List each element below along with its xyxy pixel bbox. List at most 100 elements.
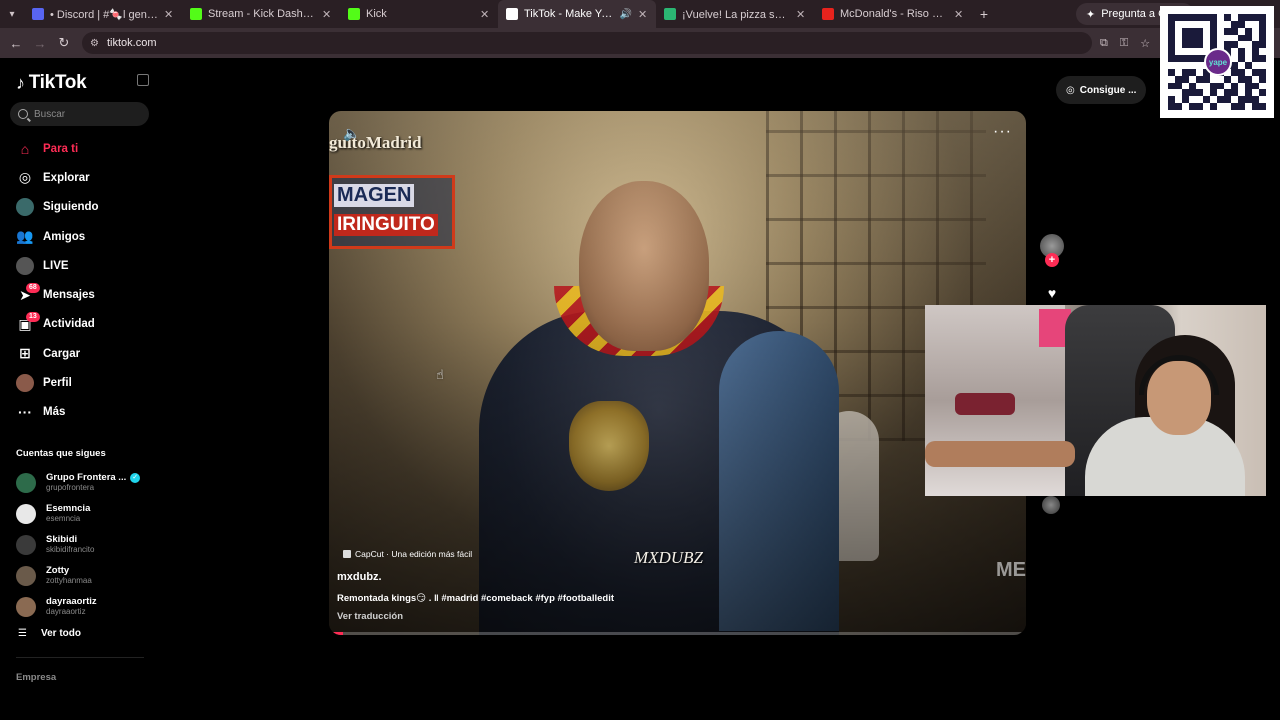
qr-module (1168, 75, 1175, 83)
browser-tab[interactable]: Stream - Kick Dashboard ✕ (182, 0, 340, 28)
account-name: dayraaortiz (46, 595, 97, 607)
nav-label: Actividad (43, 318, 95, 331)
video-player[interactable]: guitoMadrid MAGEN IRINGUITO 🔈 ··· ☝ MXDU… (329, 111, 1026, 635)
browser-tab[interactable]: • Discord | #🍬l general | Clou ✕ (24, 0, 182, 28)
following-account[interactable]: Skibidi skibidifrancito (0, 530, 160, 561)
video-username[interactable]: mxdubz. (337, 571, 382, 583)
bookmark-star-icon[interactable]: ☆ (1140, 37, 1150, 50)
capcut-tag[interactable]: CapCut · Una edición más fácil (343, 549, 472, 559)
forward-icon[interactable]: → (28, 28, 52, 58)
qr-module (1224, 75, 1231, 83)
nav-item-cargar[interactable]: ⊞ Cargar (0, 339, 160, 368)
search-box[interactable] (10, 102, 149, 126)
capcut-icon (343, 550, 351, 558)
see-all-button[interactable]: ☰ Ver todo (18, 628, 81, 639)
nav-item-para-ti[interactable]: ⌂ Para ti (0, 134, 160, 163)
qr-module (1182, 34, 1189, 42)
qr-module (1224, 82, 1231, 90)
tab-search-icon[interactable]: ▾ (0, 0, 24, 28)
qr-module (1217, 14, 1224, 21)
search-input[interactable] (34, 108, 134, 120)
upload-icon: ⊞ (19, 345, 31, 362)
following-account[interactable]: Esemncia esemncia (0, 499, 160, 530)
following-account[interactable]: Grupo Frontera ... ✓ grupofrontera (0, 468, 160, 499)
qr-module (1203, 14, 1210, 21)
tab-close-icon[interactable]: ✕ (954, 8, 964, 21)
heart-icon[interactable]: ♥ (1042, 285, 1062, 305)
qr-module (1196, 68, 1203, 76)
qr-module (1245, 14, 1252, 21)
qr-module (1231, 14, 1238, 21)
password-key-icon[interactable]: ⚿ (1120, 37, 1128, 50)
qr-module (1245, 82, 1252, 90)
url-text: tiktok.com (106, 37, 157, 49)
nav-item-más[interactable]: ··· Más (0, 398, 160, 427)
browser-tab[interactable]: Kick ✕ (340, 0, 498, 28)
collapse-sidebar-icon[interactable] (137, 74, 149, 86)
qr-module (1217, 27, 1224, 35)
address-bar[interactable]: ⚙ tiktok.com (82, 32, 1092, 54)
nav-item-amigos[interactable]: 👥 Amigos (0, 222, 160, 251)
sound-disc-avatar[interactable] (1042, 496, 1060, 514)
qr-module (1182, 103, 1189, 110)
qr-module (1203, 82, 1210, 90)
qr-module (1203, 34, 1210, 42)
qr-module (1175, 68, 1182, 76)
tab-close-icon[interactable]: ✕ (322, 8, 332, 21)
tab-close-icon[interactable]: ✕ (796, 8, 806, 21)
more-options-icon[interactable]: ··· (993, 123, 1012, 141)
qr-module (1175, 34, 1182, 42)
following-account[interactable]: Zotty zottyhanmaa (0, 560, 160, 591)
tab-close-icon[interactable]: ✕ (480, 8, 490, 21)
qr-module (1245, 96, 1252, 104)
nav-item-siguiendo[interactable]: Siguiendo (0, 193, 160, 222)
nav-item-mensajes[interactable]: ➤ 68 Mensajes (0, 280, 160, 309)
nav-item-perfil[interactable]: Perfil (0, 368, 160, 397)
browser-tab[interactable]: ¡Vuelve! La pizza se enfría 🍕🔵 ✕ (656, 0, 814, 28)
account-username: esemncia (46, 514, 81, 524)
translate-icon[interactable]: ⧉ (1100, 37, 1108, 50)
tab-audio-icon[interactable]: 🔊 (620, 9, 632, 20)
list-icon: ☰ (18, 628, 27, 639)
video-progress-bar[interactable] (329, 632, 1026, 635)
qr-module (1231, 20, 1238, 28)
qr-module (1189, 48, 1196, 56)
browser-tab[interactable]: TikTok - Make Your Day 🔊 ✕ (498, 0, 656, 28)
qr-module (1175, 20, 1182, 28)
footer-company-link[interactable]: Empresa (16, 672, 56, 683)
qr-module (1168, 41, 1175, 49)
qr-module (1196, 20, 1203, 28)
qr-module (1189, 68, 1196, 76)
reload-icon[interactable]: ↻ (52, 28, 76, 58)
qr-module (1182, 48, 1189, 56)
follow-plus-icon[interactable]: + (1045, 253, 1059, 267)
nav-item-live[interactable]: LIVE (0, 251, 160, 280)
qr-module (1203, 103, 1210, 110)
nav-item-actividad[interactable]: ▣ 13 Actividad (0, 310, 160, 339)
new-tab-button[interactable]: + (972, 6, 996, 22)
qr-module (1189, 89, 1196, 97)
back-icon[interactable]: ← (4, 28, 28, 58)
tab-close-icon[interactable]: ✕ (638, 8, 648, 21)
qr-module (1189, 34, 1196, 42)
qr-module (1168, 48, 1175, 56)
qr-module (1175, 82, 1182, 90)
mute-icon[interactable]: 🔈 (343, 125, 360, 142)
qr-module (1196, 75, 1203, 83)
nav-label: Perfil (43, 377, 72, 390)
main-nav: ⌂ Para ti ◎ Explorar Siguiendo 👥 Amigos LIVE ➤ 68… (0, 134, 160, 427)
following-title: Cuentas que sigues (16, 448, 106, 459)
qr-module (1203, 20, 1210, 28)
qr-module (1182, 75, 1189, 83)
browser-tab[interactable]: McDonald's - Riso Precios y Me ✕ (814, 0, 972, 28)
get-app-button[interactable]: ◎ Consigue ... (1056, 76, 1147, 104)
nav-item-explorar[interactable]: ◎ Explorar (0, 163, 160, 192)
following-account[interactable]: dayraaortiz dayraaortiz (0, 591, 160, 622)
see-translation-link[interactable]: Ver traducción (337, 611, 403, 622)
qr-module (1217, 89, 1224, 97)
qr-module (1189, 103, 1196, 110)
qr-module (1217, 96, 1224, 104)
tiktok-logo[interactable]: ♪ TikTok (16, 72, 87, 94)
tab-close-icon[interactable]: ✕ (164, 8, 174, 21)
site-info-icon[interactable]: ⚙ (90, 38, 99, 49)
